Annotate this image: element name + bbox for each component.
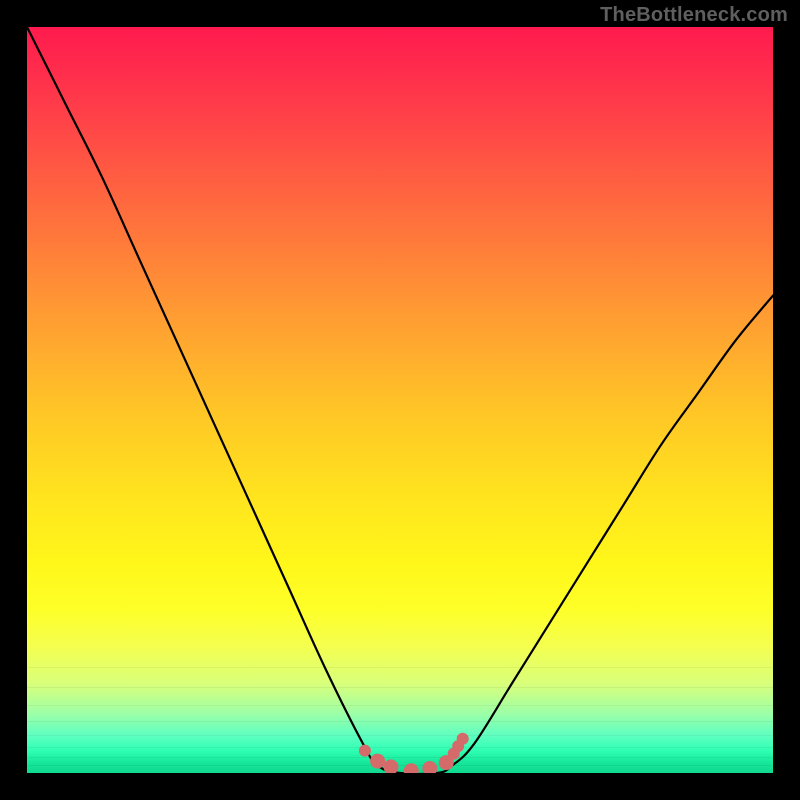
frame: TheBottleneck.com xyxy=(0,0,800,800)
bottleneck-curve-path xyxy=(27,27,773,773)
highlight-dot xyxy=(359,745,371,757)
highlight-dot xyxy=(370,754,385,769)
plot-area xyxy=(27,27,773,773)
highlight-dots-group xyxy=(359,733,469,773)
highlight-dot xyxy=(457,733,469,745)
highlight-dot xyxy=(384,760,399,774)
highlight-dot xyxy=(404,763,419,773)
curve-svg xyxy=(27,27,773,773)
watermark-text: TheBottleneck.com xyxy=(600,4,788,27)
highlight-dot xyxy=(422,761,437,773)
